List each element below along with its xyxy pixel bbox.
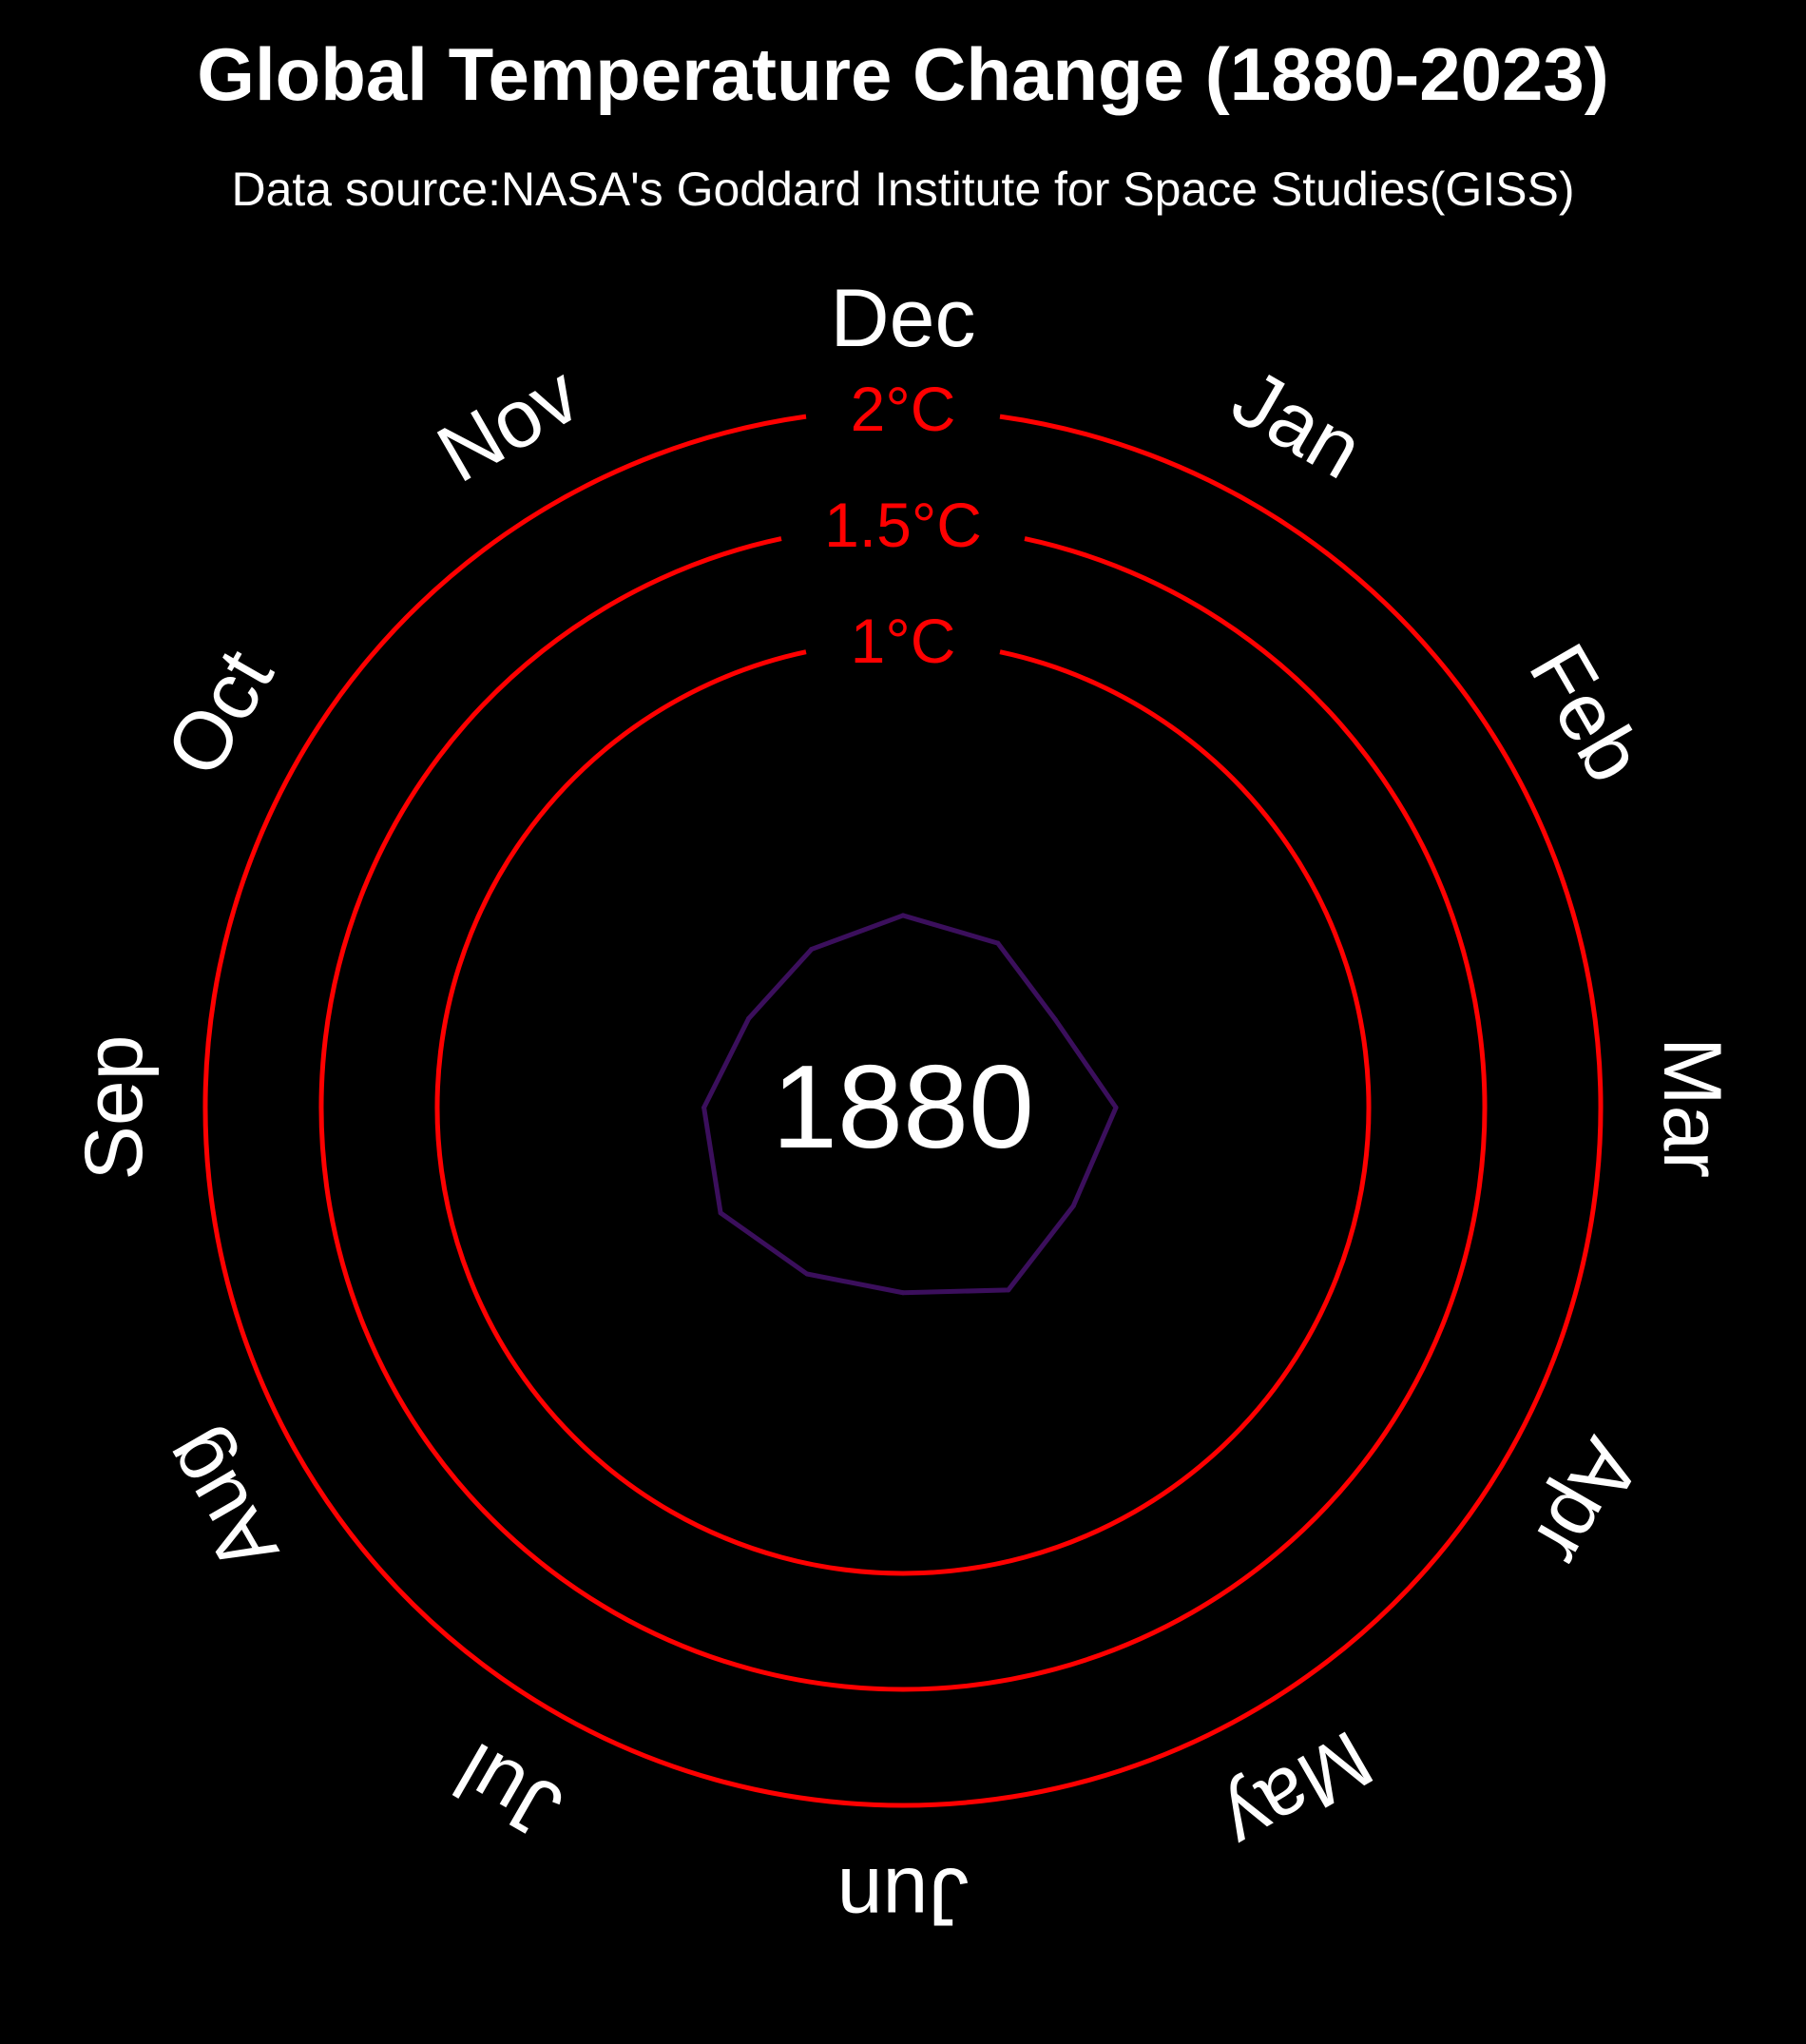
series-point-sep bbox=[701, 1105, 707, 1110]
reference-ring-label-2: 2°C bbox=[851, 374, 956, 444]
month-label-sep: Sep bbox=[68, 1034, 160, 1180]
series-point-feb bbox=[1052, 1017, 1058, 1022]
series-point-jun bbox=[900, 1290, 906, 1296]
reference-ring-label-0: 1°C bbox=[851, 606, 956, 676]
month-label-mar: Mar bbox=[1646, 1037, 1738, 1178]
series-point-oct bbox=[746, 1015, 752, 1021]
series-point-jul bbox=[804, 1271, 810, 1277]
month-label-dec: Dec bbox=[831, 273, 976, 364]
series-point-jan bbox=[995, 940, 1001, 946]
month-label-jun: Jun bbox=[837, 1851, 970, 1942]
climate-spiral-chart: Global Temperature Change (1880-2023) Da… bbox=[0, 0, 1806, 2044]
series-point-aug bbox=[718, 1210, 723, 1216]
year-label: 1880 bbox=[772, 1042, 1034, 1173]
reference-ring-label-1: 1.5°C bbox=[824, 490, 982, 560]
series-point-may bbox=[1006, 1287, 1011, 1293]
series-point-nov bbox=[809, 946, 815, 952]
series-point-dec bbox=[900, 913, 906, 918]
chart-title: Global Temperature Change (1880-2023) bbox=[197, 32, 1608, 116]
series-point-apr bbox=[1070, 1203, 1076, 1208]
series-point-mar bbox=[1113, 1105, 1119, 1110]
chart-subtitle: Data source:NASA's Goddard Institute for… bbox=[232, 163, 1575, 216]
